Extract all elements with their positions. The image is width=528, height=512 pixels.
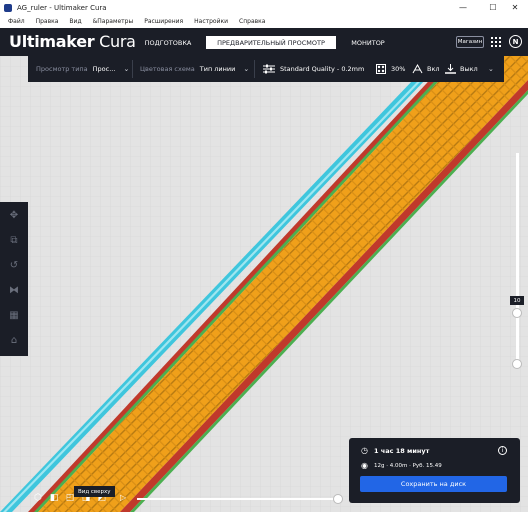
view-tooltip: Вид сверху xyxy=(74,486,115,497)
save-to-disk-button[interactable]: Сохранить на диск xyxy=(360,476,507,492)
minimize-button[interactable]: — xyxy=(450,0,476,15)
view-type-dropdown[interactable]: Просмотр типа Прос... ⌄ xyxy=(36,56,129,82)
move-tool-icon[interactable]: ✥ xyxy=(7,208,21,222)
menu-bar: Файл Правка Вид &Параметры Расширения На… xyxy=(0,15,528,28)
3d-view-icon[interactable]: ⬡ xyxy=(32,492,44,504)
adhesion-icon xyxy=(445,64,456,74)
chevron-down-icon: ⌄ xyxy=(123,65,130,73)
adhesion-indicator[interactable]: Выкл xyxy=(445,56,478,82)
marketplace-button[interactable]: Магазин xyxy=(456,36,484,48)
layer-slider-upper-handle[interactable] xyxy=(512,308,522,318)
tab-preview[interactable]: ПРЕДВАРИТЕЛЬНЫЙ ПРОСМОТР xyxy=(206,36,336,49)
ultimaker-cura-logo: Ultimaker Cura xyxy=(9,32,136,51)
menu-file[interactable]: Файл xyxy=(8,18,25,25)
layer-slider-lower-handle[interactable] xyxy=(512,359,522,369)
account-avatar[interactable]: N xyxy=(509,35,522,48)
path-slider-track[interactable] xyxy=(137,498,339,500)
menu-preferences[interactable]: Настройки xyxy=(194,18,228,25)
menu-settings[interactable]: &Параметры xyxy=(93,18,134,25)
current-layer-label[interactable]: 10 xyxy=(510,296,524,305)
menu-view[interactable]: Вид xyxy=(69,18,81,25)
rotate-tool-icon[interactable]: ↺ xyxy=(7,258,21,272)
spool-icon: ◉ xyxy=(361,461,368,470)
chevron-down-icon: ⌄ xyxy=(243,65,250,73)
info-icon[interactable]: i xyxy=(498,446,507,455)
apps-grid-icon[interactable] xyxy=(491,37,501,47)
view-type-label: Просмотр типа xyxy=(36,65,88,73)
chevron-down-icon[interactable]: ⌄ xyxy=(488,56,494,82)
view-options-toolbar: Просмотр типа Прос... ⌄ Цветовая схема Т… xyxy=(28,56,504,82)
cura-app-icon xyxy=(4,3,12,12)
material-estimate: 12g · 4.00m · Руб. 15.49 xyxy=(373,462,442,469)
close-button[interactable]: ✕ xyxy=(502,0,528,15)
play-icon[interactable]: ▷ xyxy=(120,493,126,502)
color-scheme-value: Тип линии xyxy=(199,65,236,73)
menu-extensions[interactable]: Расширения xyxy=(144,18,183,25)
print-time: 1 час 18 минут xyxy=(373,446,430,455)
scale-tool-icon[interactable]: ⧉ xyxy=(7,233,21,247)
clock-icon: ◷ xyxy=(361,446,368,455)
menu-help[interactable]: Справка xyxy=(239,18,265,25)
print-info-panel: ◷ 1 час 18 минут i ◉ 12g · 4.00m · Руб. … xyxy=(349,438,520,503)
sliders-icon xyxy=(263,64,275,74)
menu-edit[interactable]: Правка xyxy=(36,18,59,25)
path-slider-handle[interactable] xyxy=(333,494,343,504)
support-blocker-icon[interactable]: ⌂ xyxy=(7,333,21,347)
tool-panel: ✥ ⧉ ↺ ⧓ ▦ ⌂ xyxy=(0,202,28,356)
support-icon xyxy=(412,64,423,74)
support-indicator[interactable]: Вкл xyxy=(412,56,440,82)
window-title: AG_ruler - Ultimaker Cura xyxy=(17,3,107,12)
front-view-icon[interactable]: ◧ xyxy=(48,492,60,504)
app-header: Ultimaker Cura ПОДГОТОВКА ПРЕДВАРИТЕЛЬНЫ… xyxy=(0,28,528,56)
support-value: Вкл xyxy=(427,65,440,73)
infill-icon xyxy=(376,64,386,74)
adhesion-value: Выкл xyxy=(460,65,478,73)
color-scheme-dropdown[interactable]: Цветовая схема Тип линии ⌄ xyxy=(140,56,249,82)
profile-label: Standard Quality - 0.2mm xyxy=(280,65,365,73)
view-type-value: Прос... xyxy=(92,65,116,73)
color-scheme-label: Цветовая схема xyxy=(140,65,195,73)
tab-prepare[interactable]: ПОДГОТОВКА xyxy=(138,36,198,49)
tab-monitor[interactable]: МОНИТОР xyxy=(344,36,392,49)
infill-value: 30% xyxy=(391,65,406,73)
print-settings-button[interactable]: Standard Quality - 0.2mm xyxy=(263,56,364,82)
per-model-settings-icon[interactable]: ▦ xyxy=(7,308,21,322)
layer-slider-track[interactable] xyxy=(516,153,519,365)
title-bar: AG_ruler - Ultimaker Cura xyxy=(0,0,528,15)
mirror-tool-icon[interactable]: ⧓ xyxy=(7,283,21,297)
infill-indicator[interactable]: 30% xyxy=(376,56,405,82)
